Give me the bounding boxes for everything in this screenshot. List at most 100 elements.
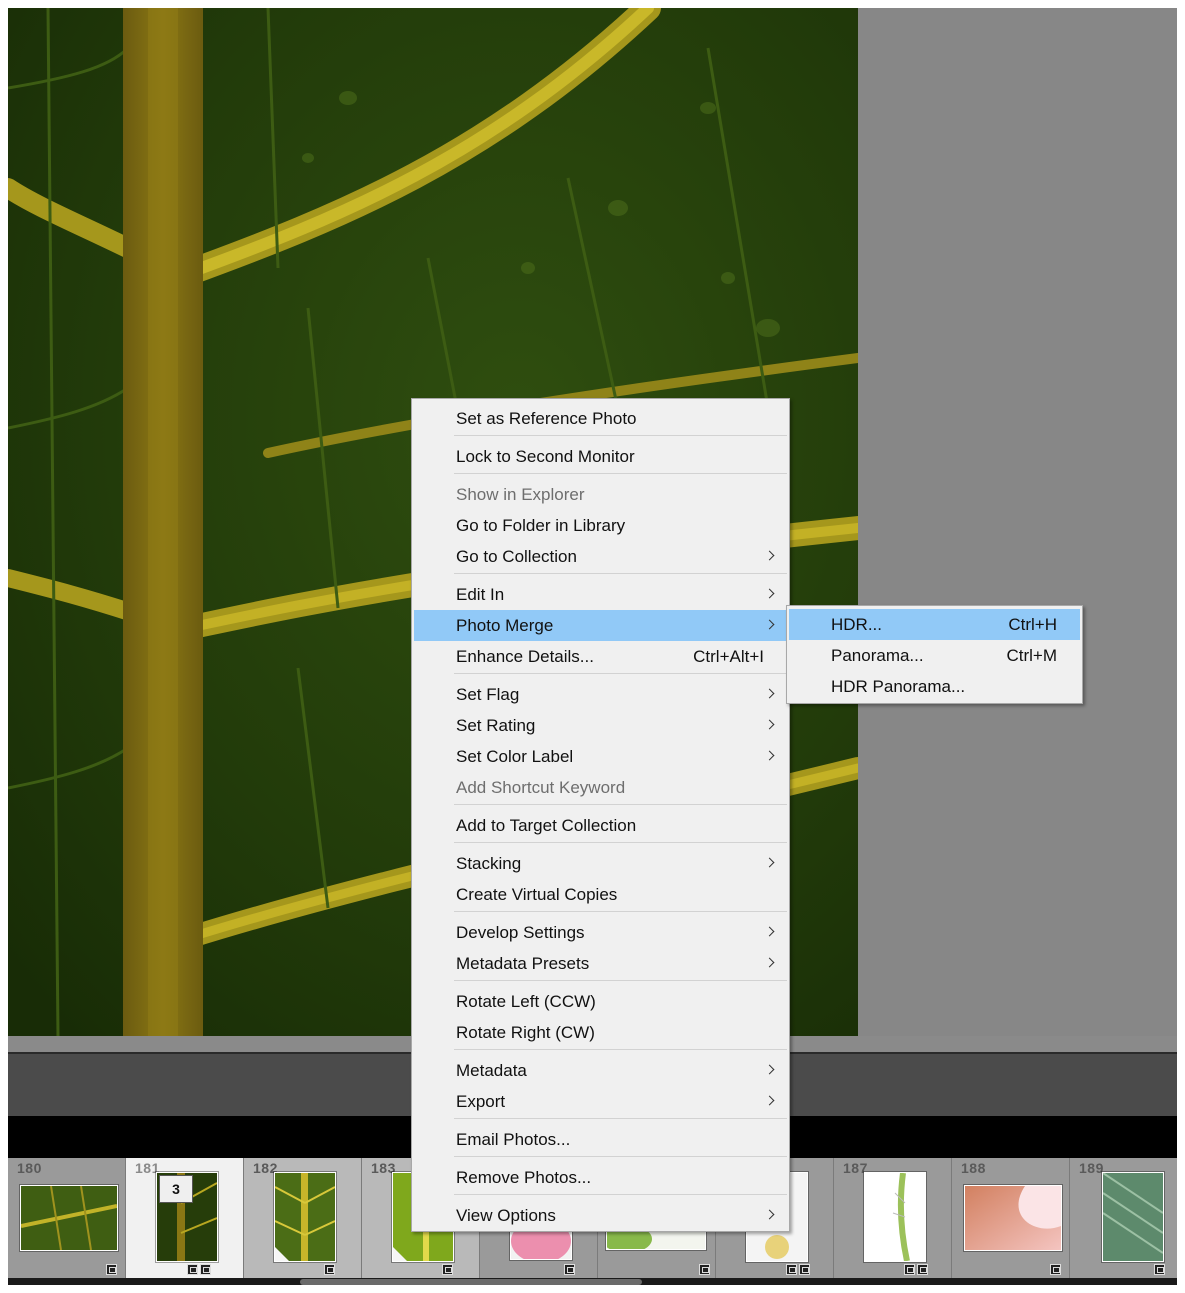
menu-separator	[454, 911, 787, 912]
filmstrip-cell[interactable]: 189	[1070, 1158, 1177, 1278]
menu-item-label: Metadata	[456, 1061, 527, 1080]
menu-separator	[454, 1194, 787, 1195]
menu-item-photo-merge[interactable]: Photo Merge	[414, 610, 787, 641]
menu-item-set-as-reference-photo[interactable]: Set as Reference Photo	[414, 403, 787, 434]
menu-item-label: Create Virtual Copies	[456, 885, 618, 904]
menu-item-set-color-label[interactable]: Set Color Label	[414, 741, 787, 772]
stack-badge-icon	[1050, 1264, 1061, 1275]
menu-item-label: Rotate Left (CCW)	[456, 992, 596, 1011]
thumbnail[interactable]	[964, 1185, 1062, 1251]
filmstrip-cell-number: 180	[17, 1160, 42, 1176]
filmstrip-cell[interactable]: 180	[8, 1158, 126, 1278]
submenu-chevron-icon	[764, 750, 775, 761]
menu-item-shortcut: Ctrl+Alt+I	[693, 647, 764, 666]
menu-separator	[454, 473, 787, 474]
stack-badge-icon	[786, 1264, 797, 1275]
menu-item-label: Photo Merge	[456, 616, 554, 635]
filmstrip-cell[interactable]: 187	[834, 1158, 952, 1278]
screenshot-frame: 180 181 3 182 183 187 188 189 Set as Ref…	[0, 0, 1185, 1293]
stack-badge-icon	[699, 1264, 710, 1275]
filmstrip-cell-number: 189	[1079, 1160, 1104, 1176]
menu-item-label: Go to Folder in Library	[456, 516, 626, 535]
menu-item-label: Go to Collection	[456, 547, 577, 566]
menu-item-label: Stacking	[456, 854, 522, 873]
menu-item-label: HDR...	[831, 615, 882, 634]
submenu-chevron-icon	[764, 550, 775, 561]
menu-item-show-in-explorer: Show in Explorer	[414, 479, 787, 510]
menu-separator	[454, 1118, 787, 1119]
photo-merge-submenu: HDR... Ctrl+H Panorama... Ctrl+M HDR Panor…	[786, 605, 1083, 704]
leaf-thumbnail-image	[1103, 1173, 1163, 1261]
stack-badge-icon	[564, 1264, 575, 1275]
submenu-chevron-icon	[764, 619, 775, 630]
submenu-chevron-icon	[764, 857, 775, 868]
menu-item-go-to-collection[interactable]: Go to Collection	[414, 541, 787, 572]
menu-item-add-to-target-collection[interactable]: Add to Target Collection	[414, 810, 787, 841]
menu-item-view-options[interactable]: View Options	[414, 1200, 787, 1231]
thumbnail[interactable]	[864, 1172, 926, 1262]
menu-separator	[454, 980, 787, 981]
menu-item-metadata[interactable]: Metadata	[414, 1055, 787, 1086]
menu-item-remove-photos[interactable]: Remove Photos...	[414, 1162, 787, 1193]
thumbnail[interactable]	[274, 1172, 336, 1262]
submenu-chevron-icon	[764, 957, 775, 968]
submenu-item-hdr[interactable]: HDR... Ctrl+H	[789, 609, 1080, 640]
menu-item-label: View Options	[456, 1206, 556, 1225]
menu-item-edit-in[interactable]: Edit In	[414, 579, 787, 610]
menu-item-lock-to-second-monitor[interactable]: Lock to Second Monitor	[414, 441, 787, 472]
menu-separator	[454, 573, 787, 574]
menu-item-label: Set Flag	[456, 685, 520, 704]
menu-item-label: Export	[456, 1092, 506, 1111]
submenu-item-panorama[interactable]: Panorama... Ctrl+M	[789, 640, 1080, 671]
submenu-chevron-icon	[764, 926, 775, 937]
menu-item-develop-settings[interactable]: Develop Settings	[414, 917, 787, 948]
submenu-item-hdr-panorama[interactable]: HDR Panorama...	[789, 671, 1080, 702]
menu-separator	[454, 673, 787, 674]
thumbnail[interactable]: 3	[156, 1172, 218, 1262]
edited-badge-icon	[442, 1264, 453, 1275]
menu-item-shortcut: Ctrl+M	[1006, 646, 1057, 665]
menu-item-set-flag[interactable]: Set Flag	[414, 679, 787, 710]
menu-item-stacking[interactable]: Stacking	[414, 848, 787, 879]
menu-item-label: Set Color Label	[456, 747, 574, 766]
menu-item-rotate-left[interactable]: Rotate Left (CCW)	[414, 986, 787, 1017]
menu-item-label: Show in Explorer	[456, 485, 585, 504]
menu-item-email-photos[interactable]: Email Photos...	[414, 1124, 787, 1155]
submenu-chevron-icon	[764, 1064, 775, 1075]
leaf-thumbnail-image	[21, 1186, 117, 1250]
menu-item-label: Panorama...	[831, 646, 924, 665]
stack-count-badge: 3	[159, 1175, 193, 1203]
stack-badge-icon	[187, 1264, 198, 1275]
edited-badge-icon	[324, 1264, 335, 1275]
thumbnail[interactable]	[1102, 1172, 1164, 1262]
filmstrip-scrollbar-thumb[interactable]	[300, 1279, 642, 1285]
menu-item-label: Set as Reference Photo	[456, 409, 637, 428]
menu-item-enhance-details[interactable]: Enhance Details... Ctrl+Alt+I	[414, 641, 787, 672]
filmstrip-cell[interactable]: 188	[952, 1158, 1070, 1278]
menu-item-label: Edit In	[456, 585, 505, 604]
menu-separator	[454, 1049, 787, 1050]
menu-item-metadata-presets[interactable]: Metadata Presets	[414, 948, 787, 979]
menu-item-label: Rotate Right (CW)	[456, 1023, 595, 1042]
menu-item-go-to-folder-in-library[interactable]: Go to Folder in Library	[414, 510, 787, 541]
stack-badge-icon	[1154, 1264, 1165, 1275]
menu-item-export[interactable]: Export	[414, 1086, 787, 1117]
submenu-chevron-icon	[764, 719, 775, 730]
menu-item-set-rating[interactable]: Set Rating	[414, 710, 787, 741]
menu-item-rotate-right[interactable]: Rotate Right (CW)	[414, 1017, 787, 1048]
menu-item-label: Set Rating	[456, 716, 536, 735]
filmstrip-cell[interactable]: 182	[244, 1158, 362, 1278]
submenu-chevron-icon	[764, 688, 775, 699]
thumbnail[interactable]	[20, 1185, 118, 1251]
menu-item-shortcut: Ctrl+H	[1008, 615, 1057, 634]
menu-item-label: Lock to Second Monitor	[456, 447, 635, 466]
cactus-thumbnail-image	[865, 1173, 925, 1261]
edited-badge-icon	[200, 1264, 211, 1275]
submenu-chevron-icon	[764, 1209, 775, 1220]
edited-badge-icon	[799, 1264, 810, 1275]
menu-item-create-virtual-copies[interactable]: Create Virtual Copies	[414, 879, 787, 910]
filmstrip-cell[interactable]: 181 3	[126, 1158, 244, 1278]
submenu-chevron-icon	[764, 588, 775, 599]
menu-item-label: HDR Panorama...	[831, 677, 966, 696]
flag-corner-icon	[393, 1247, 407, 1261]
